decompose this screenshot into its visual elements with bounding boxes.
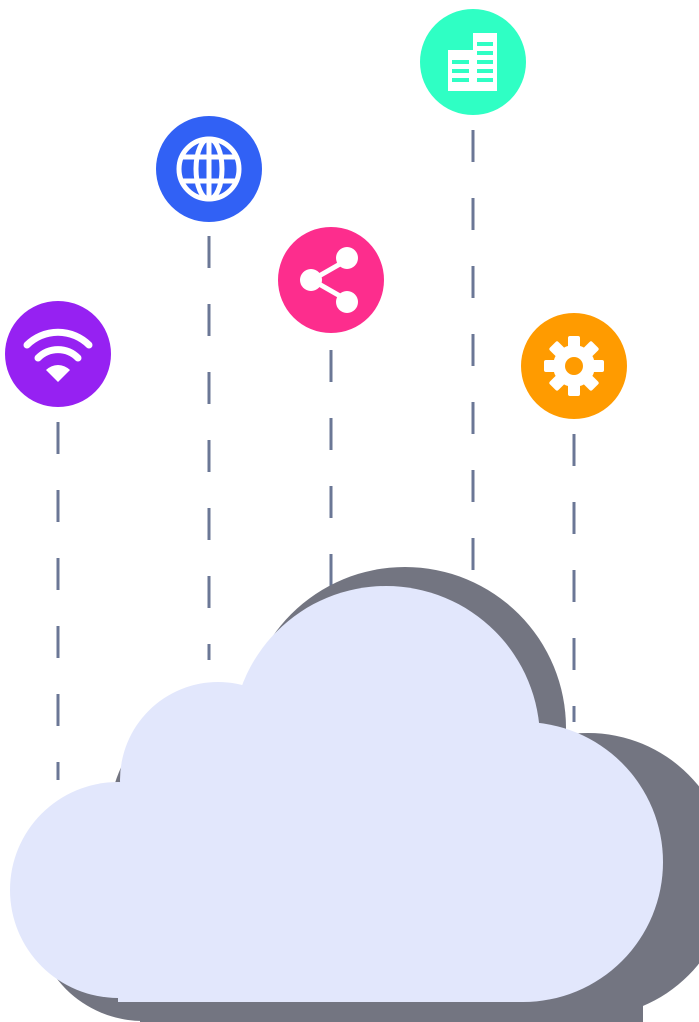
share-icon-circle [278, 227, 384, 333]
gear-icon-badge [521, 313, 627, 419]
wifi-icon-badge [5, 301, 111, 407]
gear-hole [565, 357, 583, 375]
cloud [10, 586, 663, 1002]
cloud-network-illustration [0, 0, 699, 1022]
building-icon-badge [420, 9, 526, 115]
wifi-icon-circle [5, 301, 111, 407]
globe-icon-badge [156, 116, 262, 222]
gear-icon [544, 336, 604, 396]
share-icon-badge [278, 227, 384, 333]
